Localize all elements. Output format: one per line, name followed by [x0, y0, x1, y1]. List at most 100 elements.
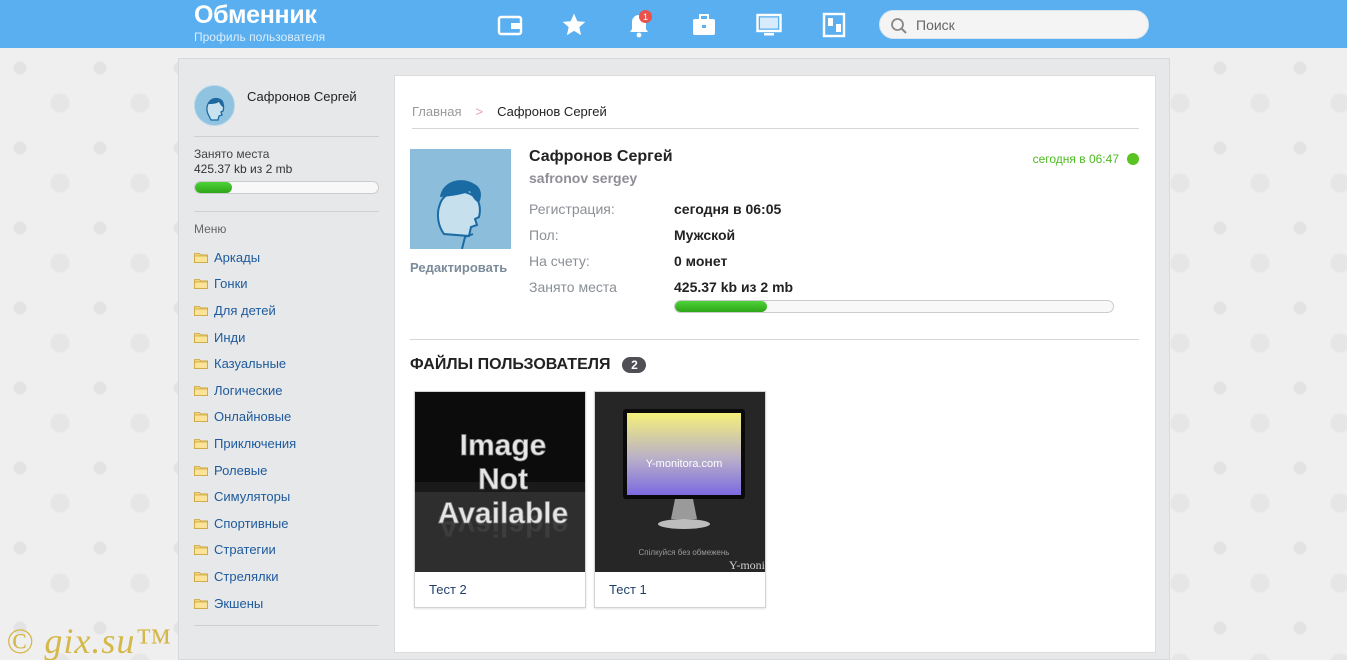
watermark-logo: © gix.su™	[6, 621, 172, 660]
edit-profile-link[interactable]: Редактировать	[410, 260, 507, 275]
storage-progress-bar	[194, 181, 379, 194]
menu-item[interactable]: Спортивные	[194, 510, 379, 537]
site-title[interactable]: Обменник	[194, 1, 317, 30]
folder-icon	[194, 385, 208, 396]
file-name[interactable]: Тест 2	[429, 582, 467, 597]
menu-item[interactable]: Онлайновые	[194, 404, 379, 431]
folder-icon	[194, 306, 208, 316]
top-bar: Обменник Профиль пользователя 1	[0, 0, 1347, 48]
menu-item-label[interactable]: Спортивные	[214, 516, 288, 531]
menu-item-label[interactable]: Казуальные	[214, 356, 286, 371]
thumb-footer: Спілкуйся без обмежень	[639, 548, 730, 557]
divider	[194, 136, 379, 137]
folder-icon	[194, 572, 208, 582]
menu-item[interactable]: Стратегии	[194, 537, 379, 564]
info-label: На счету:	[529, 253, 590, 269]
menu-item-label[interactable]: Для детей	[214, 303, 276, 318]
page-subtitle: Профиль пользователя	[194, 30, 326, 44]
file-name[interactable]: Тест 1	[609, 582, 647, 597]
menu-item[interactable]: Гонки	[194, 271, 379, 298]
files-count-badge: 2	[622, 357, 647, 373]
menu-item[interactable]: Аркады	[194, 244, 379, 271]
thumb-text-line: Not	[478, 463, 528, 496]
main-container: Сафронов Сергей Занято места 425.37 kb и…	[178, 58, 1170, 660]
search-input[interactable]	[916, 15, 1136, 35]
divider	[194, 625, 379, 626]
search-box[interactable]	[879, 10, 1149, 39]
menu-item[interactable]: Инди	[194, 324, 379, 351]
breadcrumb-separator: >	[475, 104, 484, 119]
folder-icon	[194, 465, 208, 476]
menu-item[interactable]: Стрелялки	[194, 563, 379, 590]
menu-title: Меню	[194, 222, 227, 236]
info-label: Занято места	[529, 279, 617, 295]
info-value: сегодня в 06:05	[674, 201, 782, 217]
bell-icon[interactable]: 1	[624, 10, 654, 40]
info-value: 0 монет	[674, 253, 728, 269]
folder-icon	[194, 518, 208, 529]
breadcrumb-home[interactable]: Главная	[412, 104, 461, 119]
folder-icon	[194, 545, 208, 556]
search-icon	[891, 18, 907, 34]
menu-item-label[interactable]: Гонки	[214, 276, 248, 291]
menu-item-label[interactable]: Стрелялки	[214, 569, 279, 584]
menu-item[interactable]: Ролевые	[194, 457, 379, 484]
thumb-text-line: Image	[460, 429, 547, 462]
info-row-storage: Занято места 425.37 kb из 2 mb	[529, 279, 1129, 299]
divider	[412, 128, 1139, 129]
profile-storage-progress-bar	[674, 300, 1114, 313]
sidebar-user[interactable]: Сафронов Сергей	[194, 85, 379, 137]
online-status: сегодня в 06:47	[1033, 152, 1139, 166]
menu-item-label[interactable]: Приключения	[214, 436, 296, 451]
folder-icon	[194, 439, 208, 449]
menu-item-label[interactable]: Экшены	[214, 596, 263, 611]
sidebar-user-name[interactable]: Сафронов Сергей	[247, 89, 367, 104]
files-header: ФАЙЛЫ ПОЛЬЗОВАТЕЛЯ 2	[410, 356, 647, 374]
folder-icon	[194, 279, 208, 290]
briefcase-icon[interactable]	[689, 10, 719, 40]
profile-avatar[interactable]	[410, 149, 511, 249]
menu-item[interactable]: Казуальные	[194, 350, 379, 377]
menu-item-label[interactable]: Инди	[214, 330, 245, 345]
info-label: Пол:	[529, 227, 559, 243]
device-icon[interactable]	[819, 10, 849, 40]
file-thumbnail[interactable]: Y-monitora.com Спілкуйся без обмежень Y-…	[595, 392, 765, 572]
monitor-icon[interactable]	[754, 10, 784, 40]
divider	[194, 211, 379, 212]
menu-item[interactable]: Для детей	[194, 297, 379, 324]
info-row-registration: Регистрация: сегодня в 06:05	[529, 201, 1129, 221]
info-value: Мужской	[674, 227, 736, 243]
file-card[interactable]: Available Image Not Available Тест 2	[414, 391, 586, 608]
breadcrumb-current: Сафронов Сергей	[497, 104, 607, 119]
profile-panel: Главная > Сафронов Сергей Редактировать …	[394, 75, 1156, 653]
wallet-icon[interactable]	[495, 10, 525, 40]
star-icon[interactable]	[559, 10, 589, 40]
folder-icon	[194, 598, 208, 609]
menu-item[interactable]: Логические	[194, 377, 379, 404]
avatar[interactable]	[194, 85, 235, 126]
file-thumbnail[interactable]: Available Image Not Available	[415, 392, 585, 572]
info-label: Регистрация:	[529, 201, 615, 217]
menu-item-label[interactable]: Логические	[214, 383, 282, 398]
info-row-gender: Пол: Мужской	[529, 227, 1129, 247]
sidebar: Сафронов Сергей Занято места 425.37 kb и…	[194, 59, 379, 660]
menu-item-label[interactable]: Онлайновые	[214, 409, 291, 424]
folder-icon	[194, 252, 208, 263]
folder-icon	[194, 412, 208, 423]
storage-progress-fill	[195, 182, 232, 193]
thumb-text-line: Available	[438, 497, 569, 530]
menu-item[interactable]: Экшены	[194, 590, 379, 617]
online-indicator-icon	[1127, 153, 1139, 165]
online-status-text: сегодня в 06:47	[1032, 152, 1119, 166]
menu-item[interactable]: Приключения	[194, 430, 379, 457]
profile-login: safronov sergey	[529, 170, 638, 186]
menu-item[interactable]: Симуляторы	[194, 483, 379, 510]
file-card[interactable]: Y-monitora.com Спілкуйся без обмежень Y-…	[594, 391, 766, 608]
menu-item-label[interactable]: Стратегии	[214, 542, 276, 557]
menu-item-label[interactable]: Ролевые	[214, 463, 267, 478]
notification-badge: 1	[639, 10, 652, 23]
menu-item-label[interactable]: Симуляторы	[214, 489, 290, 504]
category-menu: Аркады Гонки Для детей Инди Казуальные Логиче…	[194, 244, 379, 616]
storage-value: 425.37 kb из 2 mb	[194, 162, 293, 176]
menu-item-label[interactable]: Аркады	[214, 250, 260, 265]
